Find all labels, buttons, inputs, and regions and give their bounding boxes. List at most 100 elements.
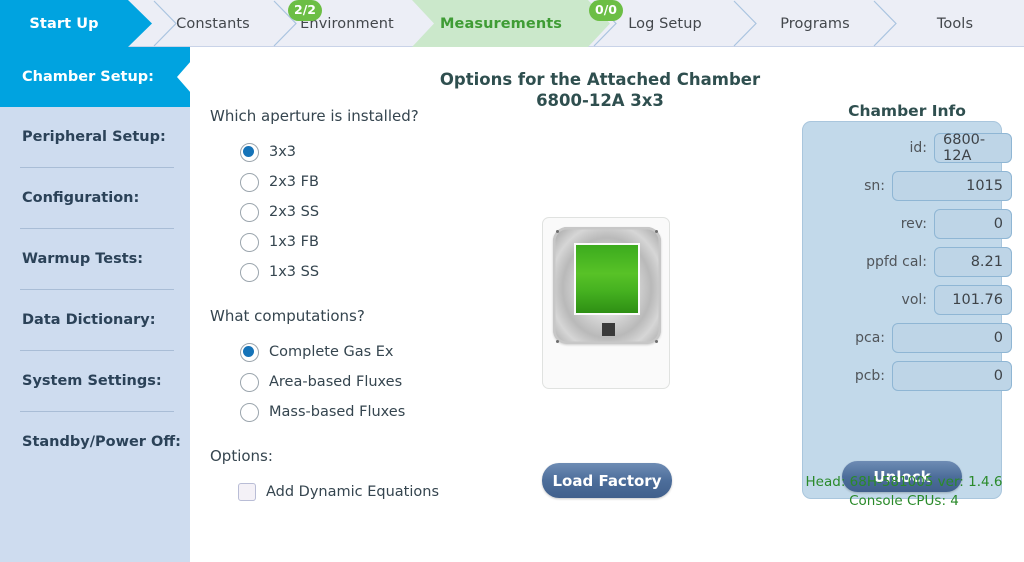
chamber-info-label-vol: vol: — [901, 292, 927, 308]
aperture-radio-group: 3x3 2x3 FB 2x3 SS 1x3 FB 1x3 SS — [240, 137, 319, 287]
computation-option-mass-based-fluxes-label: Mass-based Fluxes — [269, 404, 406, 420]
aperture-question-label: Which aperture is installed? — [210, 107, 419, 125]
sidebar-item-peripheral-setup[interactable]: Peripheral Setup: — [0, 107, 190, 167]
chamber-info-row-id: id: 6800-12A — [909, 132, 1012, 164]
nav-tab-tools[interactable]: Tools — [886, 0, 1024, 47]
chamber-info-row-sn: sn: 1015 — [864, 171, 1012, 201]
checkbox-icon[interactable] — [238, 483, 256, 501]
aperture-option-2x3-ss[interactable]: 2x3 SS — [240, 197, 319, 227]
chamber-info-label-pcb: pcb: — [854, 368, 885, 384]
nav-tab-measurements-label: Measurements — [439, 15, 562, 32]
nav-badge-environment: 2/2 — [288, 0, 322, 21]
chamber-info-field-vol[interactable]: 101.76 — [934, 285, 1012, 315]
radio-icon[interactable] — [240, 372, 259, 392]
aperture-option-2x3-ss-label: 2x3 SS — [269, 204, 320, 220]
radio-icon-selected[interactable] — [240, 342, 259, 362]
sidebar-item-data-dictionary[interactable]: Data Dictionary: — [0, 290, 190, 350]
sidebar-item-configuration-label: Configuration: — [22, 190, 140, 206]
option-add-dynamic-equations-label: Add Dynamic Equations — [266, 484, 440, 500]
sidebar-item-chamber-setup-label: Chamber Setup: — [22, 69, 154, 85]
main-content: Options for the Attached Chamber 6800-12… — [190, 47, 1024, 562]
chamber-latch-icon — [602, 323, 615, 336]
nav-tab-constants[interactable]: Constants — [154, 0, 272, 47]
sidebar-item-system-settings-label: System Settings: — [22, 373, 162, 389]
page-title: Options for the Attached Chamber 6800-12… — [420, 69, 780, 111]
computation-option-complete-gas-ex[interactable]: Complete Gas Ex — [240, 337, 405, 367]
options-checkbox-group: Add Dynamic Equations — [238, 477, 439, 507]
screw-icon — [655, 230, 658, 233]
chamber-info-label-rev: rev: — [900, 216, 927, 232]
computation-radio-group: Complete Gas Ex Area-based Fluxes Mass-b… — [240, 337, 405, 427]
nav-tab-tools-label: Tools — [936, 15, 974, 32]
sidebar-item-warmup-tests-label: Warmup Tests: — [22, 251, 144, 267]
chamber-info-field-rev[interactable]: 0 — [934, 209, 1012, 239]
chamber-illustration — [542, 217, 670, 389]
computation-option-mass-based-fluxes[interactable]: Mass-based Fluxes — [240, 397, 405, 427]
page-title-line1: Options for the Attached Chamber — [439, 70, 761, 89]
nav-tab-start-up-label: Start Up — [29, 15, 99, 32]
computation-option-area-based-fluxes[interactable]: Area-based Fluxes — [240, 367, 405, 397]
top-navigation-bar: Start Up Constants Environment 2/2 Measu… — [0, 0, 1024, 47]
chamber-info-label-sn: sn: — [864, 178, 885, 194]
computation-option-area-based-fluxes-label: Area-based Fluxes — [269, 374, 403, 390]
sidebar-item-data-dictionary-label: Data Dictionary: — [22, 312, 156, 328]
nav-tab-start-up[interactable]: Start Up — [0, 0, 128, 47]
sidebar-item-warmup-tests[interactable]: Warmup Tests: — [0, 229, 190, 289]
chamber-info-field-id[interactable]: 6800-12A — [934, 132, 1012, 164]
aperture-option-1x3-ss-label: 1x3 SS — [269, 264, 320, 280]
aperture-option-2x3-fb[interactable]: 2x3 FB — [240, 167, 319, 197]
chamber-info-field-pca[interactable]: 0 — [892, 323, 1012, 353]
chamber-info-label-ppfd-cal: ppfd cal: — [866, 254, 927, 270]
chamber-info-label-pca: pca: — [855, 330, 885, 346]
aperture-option-3x3[interactable]: 3x3 — [240, 137, 319, 167]
application-window: Start Up Constants Environment 2/2 Measu… — [0, 0, 1024, 562]
sidebar-item-chamber-setup[interactable]: Chamber Setup: — [0, 47, 191, 107]
chamber-info-field-pcb[interactable]: 0 — [892, 361, 1012, 391]
chamber-info-row-vol: vol: 101.76 — [902, 285, 1012, 315]
chamber-info-label-id: id: — [909, 140, 928, 156]
aperture-option-2x3-fb-label: 2x3 FB — [269, 174, 319, 190]
start-up-chevron-point — [128, 0, 154, 47]
active-pointer-icon — [169, 47, 191, 107]
option-add-dynamic-equations[interactable]: Add Dynamic Equations — [238, 477, 439, 507]
aperture-option-1x3-fb-label: 1x3 FB — [269, 234, 319, 250]
chamber-info-row-ppfd-cal: ppfd cal: 8.21 — [866, 247, 1012, 277]
chamber-info-field-sn[interactable]: 1015 — [892, 171, 1012, 201]
chamber-info-row-rev: rev: 0 — [901, 209, 1012, 239]
computation-question-label: What computations? — [210, 307, 365, 325]
aperture-option-1x3-ss[interactable]: 1x3 SS — [240, 257, 319, 287]
radio-icon[interactable] — [240, 402, 259, 422]
sidebar-item-system-settings[interactable]: System Settings: — [0, 351, 190, 411]
sidebar-item-peripheral-setup-label: Peripheral Setup: — [22, 129, 166, 145]
options-question-label: Options: — [210, 447, 273, 465]
console-cpus-text: Console CPUs: 4 — [849, 493, 959, 509]
aperture-option-1x3-fb[interactable]: 1x3 FB — [240, 227, 319, 257]
chamber-info-title: Chamber Info — [848, 102, 966, 120]
screw-icon — [556, 340, 559, 343]
chamber-info-row-pca: pca: 0 — [855, 323, 1012, 353]
load-factory-button[interactable]: Load Factory — [542, 463, 672, 498]
screw-icon — [556, 230, 559, 233]
nav-tab-constants-label: Constants — [176, 15, 250, 32]
load-factory-button-label: Load Factory — [552, 471, 662, 490]
radio-icon[interactable] — [240, 202, 259, 222]
chamber-info-field-ppfd-cal[interactable]: 8.21 — [934, 247, 1012, 277]
leaf-area-icon — [574, 243, 640, 315]
radio-icon[interactable] — [240, 232, 259, 252]
page-title-line2: 6800-12A 3x3 — [536, 91, 664, 110]
radio-icon-selected[interactable] — [240, 142, 259, 162]
radio-icon[interactable] — [240, 262, 259, 282]
nav-tab-programs[interactable]: Programs — [744, 0, 886, 47]
head-version-text: Head: 68H-581005 ver: 1.4.6 — [805, 474, 1003, 490]
sidebar-item-standby-power-off-label: Standby/Power Off: — [22, 434, 181, 450]
chamber-head-icon — [553, 227, 661, 344]
nav-tab-log-setup-label: Log Setup — [628, 15, 702, 32]
screw-icon — [655, 340, 658, 343]
sidebar-item-configuration[interactable]: Configuration: — [0, 168, 190, 228]
nav-badge-measurements: 0/0 — [589, 0, 623, 21]
nav-tab-measurements[interactable]: Measurements — [428, 0, 574, 47]
aperture-option-3x3-label: 3x3 — [269, 144, 297, 160]
radio-icon[interactable] — [240, 172, 259, 192]
sidebar-item-standby-power-off[interactable]: Standby/Power Off: — [0, 412, 190, 472]
chamber-info-row-pcb: pcb: 0 — [855, 361, 1012, 391]
